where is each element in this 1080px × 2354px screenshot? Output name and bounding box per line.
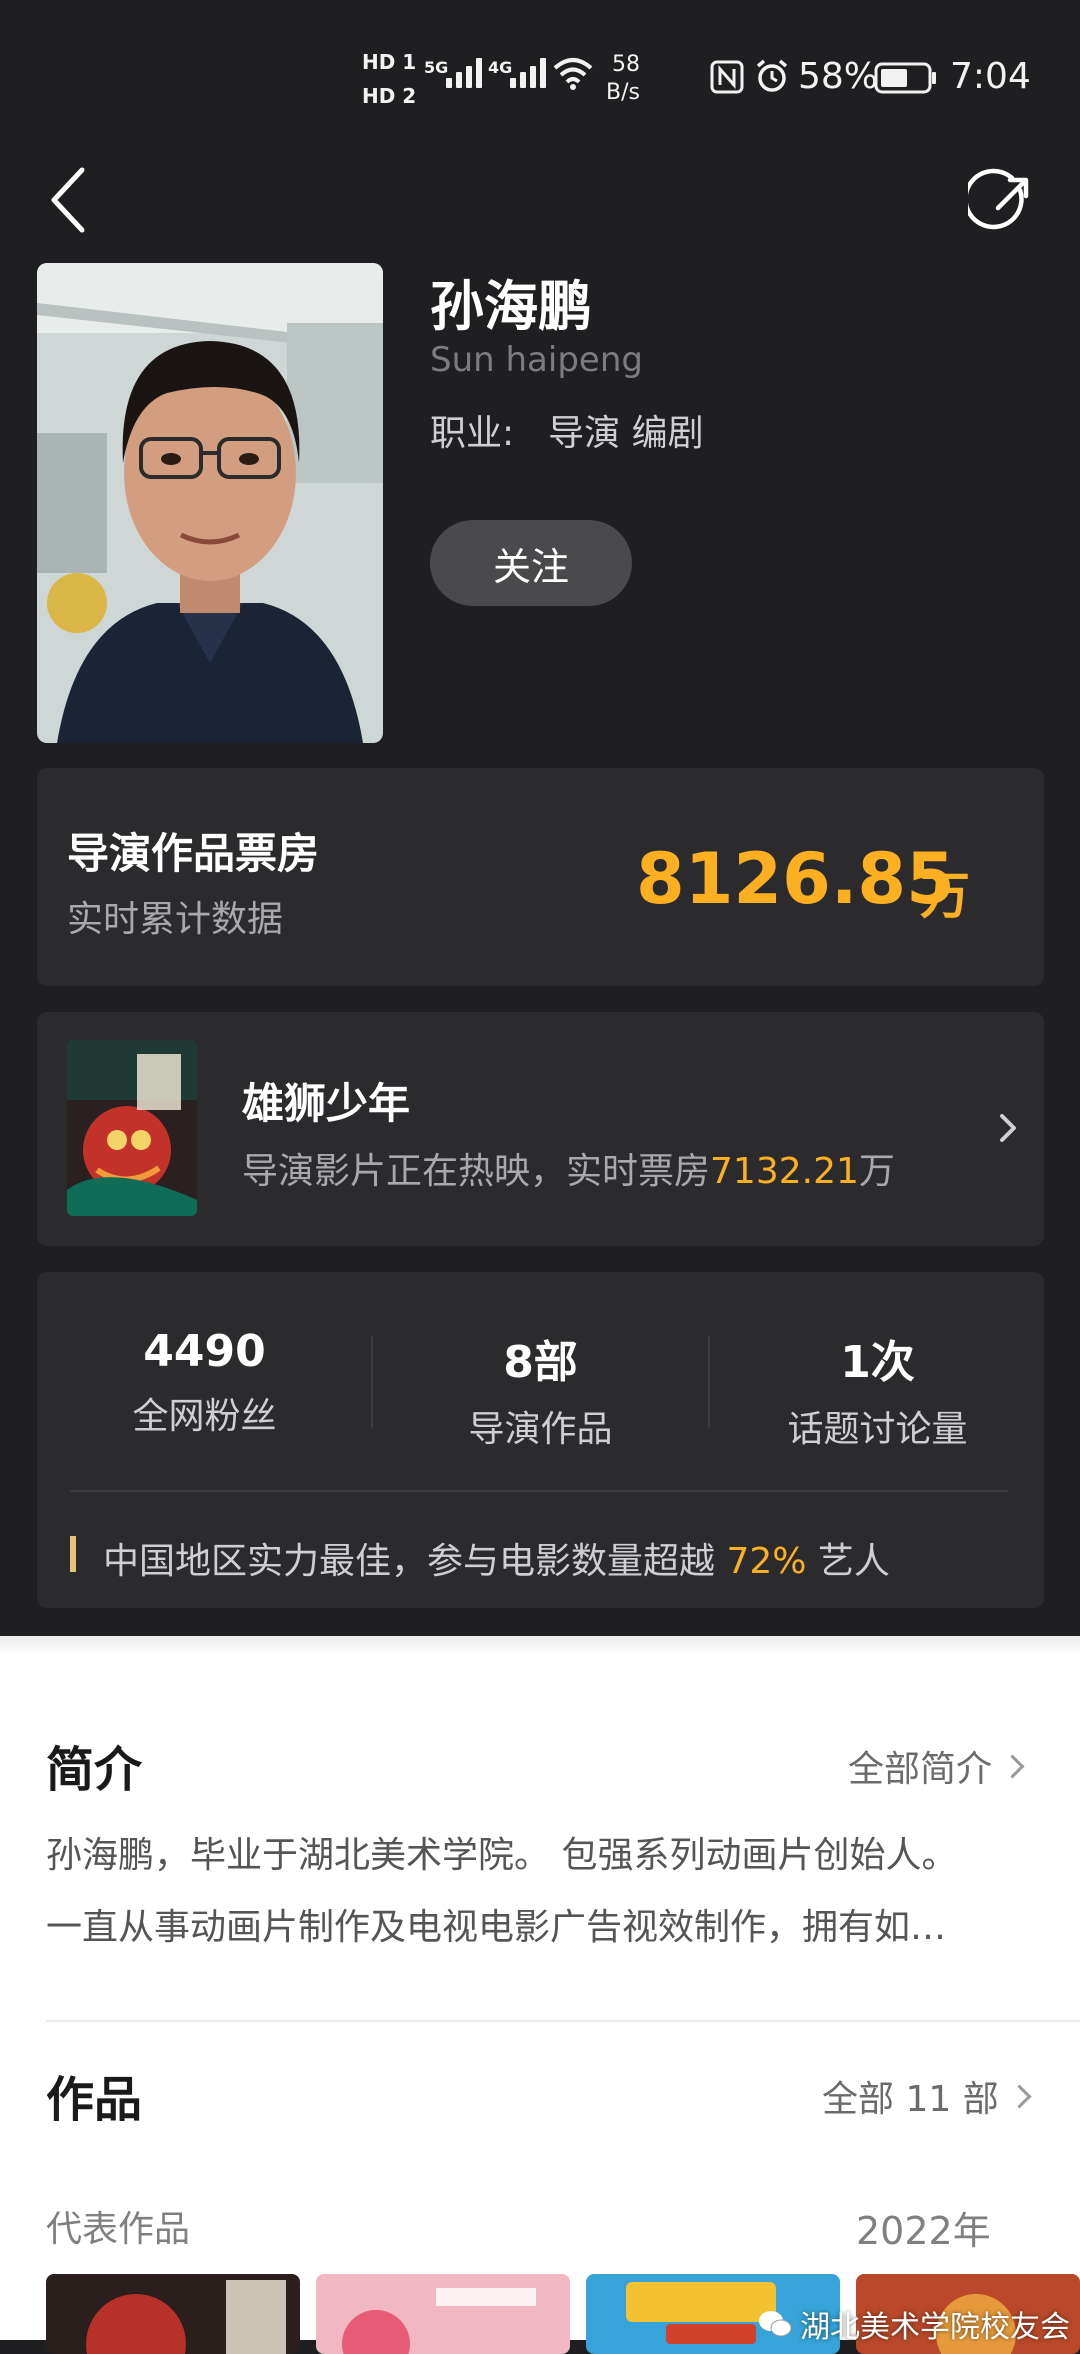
film-title: 雄狮少年 (242, 1079, 411, 1128)
chevron-right-icon (1007, 2084, 1032, 2109)
intro-all-label: 全部简介 (848, 1749, 993, 1790)
stats-divider (70, 1490, 1008, 1492)
ranking-percent: 72% (726, 1541, 807, 1582)
net-speed-value: 58 (612, 52, 640, 77)
works-title: 作品 (46, 2072, 143, 2128)
film-box-office-value: 7132.21 (710, 1151, 859, 1192)
section-divider (46, 2020, 1080, 2022)
profession-row: 职业: 导演 编剧 (430, 404, 704, 456)
ranking-suffix: 艺人 (806, 1541, 890, 1582)
stat-topics[interactable]: 1次 话题讨论量 (710, 1326, 1045, 1452)
profession-value: 导演 编剧 (548, 413, 704, 454)
stat-topics-label: 话题讨论量 (787, 1409, 968, 1450)
chevron-right-icon[interactable] (996, 1108, 1020, 1148)
box-office-subtitle: 实时累计数据 (67, 899, 284, 940)
signal1-icon (446, 58, 482, 88)
stat-fans[interactable]: 4490 全网粉丝 (37, 1326, 372, 1439)
ranking-accent-bar (70, 1536, 76, 1572)
hd2-label: HD 2 (362, 84, 417, 108)
works-all-link[interactable]: 全部 11 部 (822, 2070, 1032, 2122)
hd1-label: HD 1 (362, 50, 417, 74)
profile-photo (37, 263, 383, 743)
status-bar: HD 1 HD 2 5G 4G 58 B/s 58% 7:04 (0, 0, 1080, 150)
signal2-icon (510, 58, 546, 88)
box-office-title: 导演作品票房 (67, 829, 320, 878)
net-speed-unit: B/s (606, 80, 640, 105)
profession-label: 职业: (430, 413, 515, 454)
net1-label: 5G (424, 58, 449, 77)
battery-percent: 58% (798, 56, 879, 97)
representative-works-year: 2022年 (856, 2209, 991, 2253)
alarm-icon (756, 59, 788, 92)
stat-fans-label: 全网粉丝 (132, 1396, 277, 1437)
representative-works-label: 代表作品 (46, 2209, 191, 2250)
share-button[interactable] (968, 168, 1038, 238)
battery-icon (874, 62, 936, 94)
work-thumbnail[interactable] (316, 2274, 570, 2354)
ranking-text: 中国地区实力最佳，参与电影数量超越 72% 艺人 (103, 1532, 890, 1584)
box-office-unit: 万 (920, 867, 970, 925)
stat-topics-value: 1次 (840, 1337, 915, 1388)
nfc-icon (710, 60, 744, 94)
stat-works-label: 导演作品 (468, 1409, 613, 1450)
intro-line-1: 孙海鹏，毕业于湖北美术学院。 包强系列动画片创始人。 (46, 1835, 958, 1876)
watermark: 湖北美术学院校友会 (758, 2302, 1070, 2346)
artist-english-name: Sun haipeng (430, 340, 643, 380)
chevron-right-icon (1000, 1754, 1025, 1779)
stat-fans-value: 4490 (143, 1326, 266, 1377)
intro-all-link[interactable]: 全部简介 (848, 1740, 1025, 1792)
follow-button[interactable]: 关注 (430, 520, 632, 606)
stat-works-value: 8部 (503, 1337, 578, 1388)
film-poster[interactable] (67, 1040, 197, 1216)
works-all-label: 全部 11 部 (822, 2079, 999, 2120)
film-desc-prefix: 导演影片正在热映，实时票房 (242, 1151, 711, 1192)
intro-line-2: 一直从事动画片制作及电视电影广告视效制作，拥有如… (46, 1907, 947, 1948)
wifi-icon (553, 58, 593, 90)
work-thumbnail[interactable] (46, 2274, 300, 2354)
clock-time: 7:04 (950, 56, 1031, 97)
film-desc-unit: 万 (858, 1151, 895, 1192)
section-shadow (0, 1636, 1080, 1656)
net2-label: 4G (488, 58, 513, 77)
back-button[interactable] (40, 160, 100, 240)
intro-title: 简介 (46, 1742, 143, 1798)
stat-works[interactable]: 8部 导演作品 (373, 1326, 708, 1452)
ranking-prefix: 中国地区实力最佳，参与电影数量超越 (103, 1541, 727, 1582)
watermark-text: 湖北美术学院校友会 (800, 2310, 1070, 2345)
wechat-icon (759, 2311, 792, 2337)
film-description: 导演影片正在热映，实时票房7132.21万 (242, 1142, 895, 1194)
artist-name: 孙海鹏 (430, 275, 592, 338)
box-office-value: 8126.85 (636, 838, 955, 920)
